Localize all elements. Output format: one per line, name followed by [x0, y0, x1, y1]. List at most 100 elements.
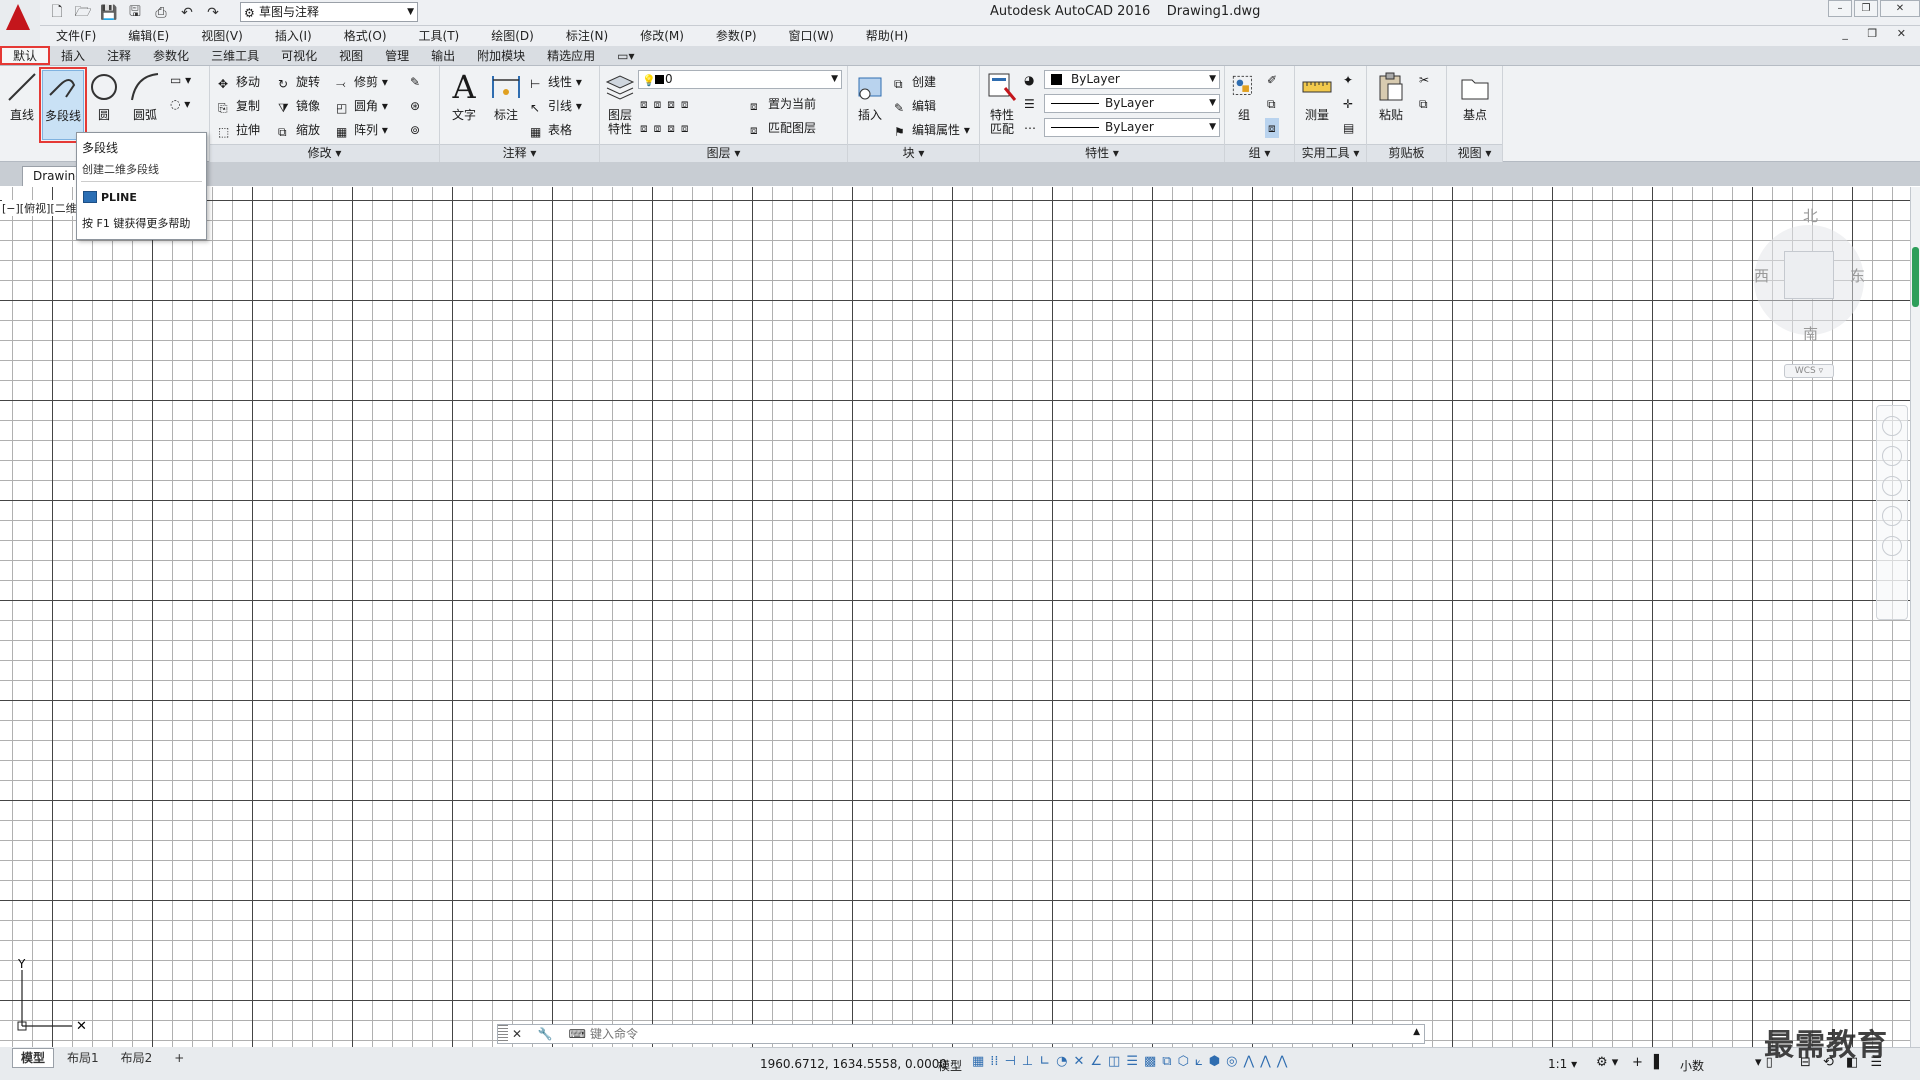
menu-insert[interactable]: 插入(I)	[259, 26, 328, 46]
gizmo-icon[interactable]: ◎	[1226, 1054, 1237, 1069]
tab-parametric[interactable]: 参数化	[142, 46, 200, 65]
add-layout-button[interactable]: +	[165, 1048, 193, 1068]
layer-properties-button[interactable]: 图层 特性	[600, 70, 640, 140]
restore-button[interactable]: ❐	[1854, 0, 1878, 17]
zoom-extents-icon[interactable]	[1882, 476, 1902, 496]
tab-annotate[interactable]: 注释	[96, 46, 142, 65]
modify-panel-title[interactable]: 修改 ▾	[210, 144, 439, 162]
layer-dropdown[interactable]: 💡 0 ▼	[638, 70, 842, 89]
clipboard-panel-title[interactable]: 剪贴板	[1367, 144, 1446, 162]
utilities-panel-title[interactable]: 实用工具 ▾	[1295, 144, 1366, 162]
annotation-scale-dropdown[interactable]: 1:1 ▾	[1548, 1057, 1577, 1071]
groups-panel-title[interactable]: 组 ▾	[1225, 144, 1294, 162]
rectangle-button[interactable]: ▭ ▾	[170, 70, 191, 90]
tab-insert[interactable]: 插入	[50, 46, 96, 65]
group-button[interactable]: 组	[1227, 70, 1261, 140]
save-icon[interactable]: 💾	[98, 3, 120, 23]
tab-featured-apps[interactable]: 精选应用	[536, 46, 606, 65]
3d-osnap-icon[interactable]: ⬡	[1178, 1054, 1189, 1069]
tab-3d-tools[interactable]: 三维工具	[200, 46, 270, 65]
menu-parametric[interactable]: 参数(P)	[700, 26, 773, 46]
object-snap-tracking-icon[interactable]: ∠	[1090, 1054, 1102, 1069]
polyline-button[interactable]: 多段线	[39, 67, 87, 143]
match-layer-button[interactable]: ⧈ 匹配图层	[750, 118, 816, 138]
command-line-grip[interactable]	[498, 1025, 508, 1043]
new-file-icon[interactable]: 🗋	[46, 3, 68, 23]
isodraft-icon[interactable]: ✕	[1073, 1054, 1084, 1069]
dimension-button[interactable]: 标注	[486, 70, 526, 140]
command-input[interactable]	[590, 1025, 1390, 1043]
leader-button[interactable]: ↖ 引线 ▾	[530, 96, 582, 116]
dynamic-input-icon[interactable]: ⊥	[1022, 1054, 1033, 1069]
showmotion-icon[interactable]	[1882, 536, 1902, 556]
model-space-button[interactable]: 模型	[938, 1057, 962, 1074]
erase-button[interactable]: ✎	[410, 72, 420, 92]
auto-scale-icon[interactable]: ⋀	[1260, 1054, 1271, 1069]
make-current-button[interactable]: ⧈ 置为当前	[750, 94, 816, 114]
tab-view[interactable]: 视图	[328, 46, 374, 65]
lineweight-list-button[interactable]: ☰	[1024, 94, 1035, 114]
annotation-scale-icon[interactable]: ⋀	[1277, 1054, 1288, 1069]
compass-north[interactable]: 北	[1803, 205, 1818, 226]
quick-select-button[interactable]: ✦	[1343, 70, 1353, 90]
view-panel-title[interactable]: 视图 ▾	[1447, 144, 1502, 162]
tab-default[interactable]: 默认	[0, 46, 51, 65]
save-as-icon[interactable]: 🖫	[124, 3, 146, 23]
workspace-switching-icon[interactable]: ⚙ ▾	[1596, 1055, 1618, 1070]
text-button[interactable]: A 文字	[444, 70, 484, 140]
cut-button[interactable]: ✂	[1419, 70, 1429, 90]
viewcube[interactable]: 北 南 西 东 WCS ▿	[1754, 205, 1865, 390]
viewcube-top-face[interactable]	[1784, 251, 1834, 299]
layer-tools-row1[interactable]: ⧈⧈⧈⧈	[640, 94, 695, 114]
compass-south[interactable]: 南	[1803, 323, 1818, 344]
redo-icon[interactable]: ↷	[202, 3, 224, 23]
vertical-scrollbar[interactable]	[1910, 187, 1920, 1047]
create-block-button[interactable]: ⧉ 创建	[894, 72, 936, 92]
edit-block-button[interactable]: ✎ 编辑	[894, 96, 936, 116]
group-edit-button[interactable]: ✐	[1267, 70, 1277, 90]
insert-block-button[interactable]: 插入	[850, 70, 890, 140]
annotation-visibility-icon[interactable]: ⋀	[1243, 1054, 1254, 1069]
match-properties-button[interactable]: 特性 匹配	[982, 70, 1022, 140]
selection-filter-icon[interactable]: ⬢	[1209, 1054, 1220, 1069]
orbit-icon[interactable]	[1882, 506, 1902, 526]
menu-draw[interactable]: 绘图(D)	[475, 26, 550, 46]
tab-output[interactable]: 输出	[420, 46, 466, 65]
cursor-coordinates[interactable]: 1960.6712, 1634.5558, 0.0000	[760, 1057, 947, 1071]
infer-constraints-icon[interactable]: ⊣	[1005, 1054, 1016, 1069]
units-icon[interactable]: ▌	[1654, 1055, 1664, 1070]
menu-file[interactable]: 文件(F)	[40, 26, 112, 46]
menu-help[interactable]: 帮助(H)	[850, 26, 924, 46]
scale-button[interactable]: ⧉ 缩放	[278, 120, 320, 140]
base-view-button[interactable]: 基点	[1455, 70, 1495, 140]
calculator-button[interactable]: ▤	[1343, 118, 1354, 138]
layers-panel-title[interactable]: 图层 ▾	[600, 144, 847, 162]
ungroup-button[interactable]: ⧉	[1267, 94, 1276, 114]
wcs-menu-button[interactable]: WCS ▿	[1784, 364, 1834, 378]
chevron-up-icon[interactable]: ▲	[1413, 1027, 1420, 1037]
close-button[interactable]: ✕	[1880, 0, 1920, 17]
units-dropdown[interactable]: 小数	[1680, 1057, 1704, 1074]
mirror-button[interactable]: ⧩ 镜像	[278, 96, 320, 116]
workspace-dropdown[interactable]: ⚙ 草图与注释 ▼	[240, 2, 418, 22]
application-menu-button[interactable]	[0, 0, 40, 46]
dynamic-ucs-icon[interactable]: ⟀	[1195, 1054, 1203, 1069]
polar-tracking-icon[interactable]: ◔	[1056, 1054, 1067, 1069]
menu-format[interactable]: 格式(O)	[328, 26, 403, 46]
tab-visualize[interactable]: 可视化	[270, 46, 328, 65]
menu-tools[interactable]: 工具(T)	[403, 26, 476, 46]
linetype-dropdown[interactable]: ByLayer ▼	[1044, 94, 1220, 113]
circle-button[interactable]: 圆	[84, 70, 124, 140]
linetype-list-button[interactable]: ⋯	[1024, 118, 1036, 138]
properties-panel-title[interactable]: 特性 ▾	[980, 144, 1224, 162]
menu-view[interactable]: 视图(V)	[185, 26, 259, 46]
fillet-button[interactable]: ◰ 圆角 ▾	[336, 96, 388, 116]
annotation-monitor-icon[interactable]: +	[1632, 1055, 1643, 1070]
group-selection-toggle[interactable]: ⧈	[1265, 118, 1279, 138]
tab-layout2[interactable]: 布局2	[112, 1048, 162, 1068]
compass-east[interactable]: 东	[1850, 265, 1865, 286]
transparency-icon[interactable]: ▩	[1144, 1054, 1156, 1069]
measure-button[interactable]: 测量	[1297, 70, 1337, 140]
array-button[interactable]: ▦ 阵列 ▾	[336, 120, 388, 140]
color-wheel-button[interactable]: ◕	[1024, 70, 1034, 90]
